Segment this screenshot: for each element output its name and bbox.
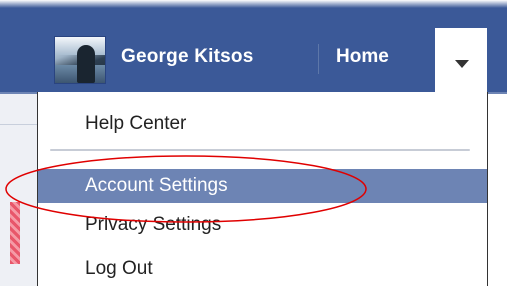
avatar-person	[77, 45, 95, 83]
menu-item-label: Privacy Settings	[85, 214, 222, 235]
background-divider	[0, 124, 37, 125]
profile-name-link[interactable]: George Kitsos	[121, 46, 253, 68]
background-thumbnail	[10, 202, 20, 264]
home-link[interactable]: Home	[336, 46, 389, 68]
menu-item-help-center[interactable]: Help Center	[38, 107, 487, 141]
menu-item-label: Account Settings	[85, 175, 228, 196]
menu-item-label: Log Out	[85, 258, 153, 279]
account-dropdown-menu: Help Center Account Settings Privacy Set…	[37, 92, 488, 286]
nav-divider	[318, 44, 319, 74]
caret-down-icon	[455, 60, 469, 68]
menu-item-log-out[interactable]: Log Out	[38, 252, 487, 286]
top-fade	[0, 0, 507, 8]
menu-item-privacy-settings[interactable]: Privacy Settings	[38, 212, 487, 246]
menu-separator	[50, 149, 470, 151]
menu-item-label: Help Center	[85, 113, 187, 134]
menu-item-account-settings[interactable]: Account Settings	[38, 169, 487, 203]
top-navigation-bar: George Kitsos Home	[0, 0, 507, 94]
page-background-left	[0, 94, 37, 286]
user-avatar[interactable]	[54, 36, 106, 84]
account-dropdown-button[interactable]	[434, 27, 488, 94]
